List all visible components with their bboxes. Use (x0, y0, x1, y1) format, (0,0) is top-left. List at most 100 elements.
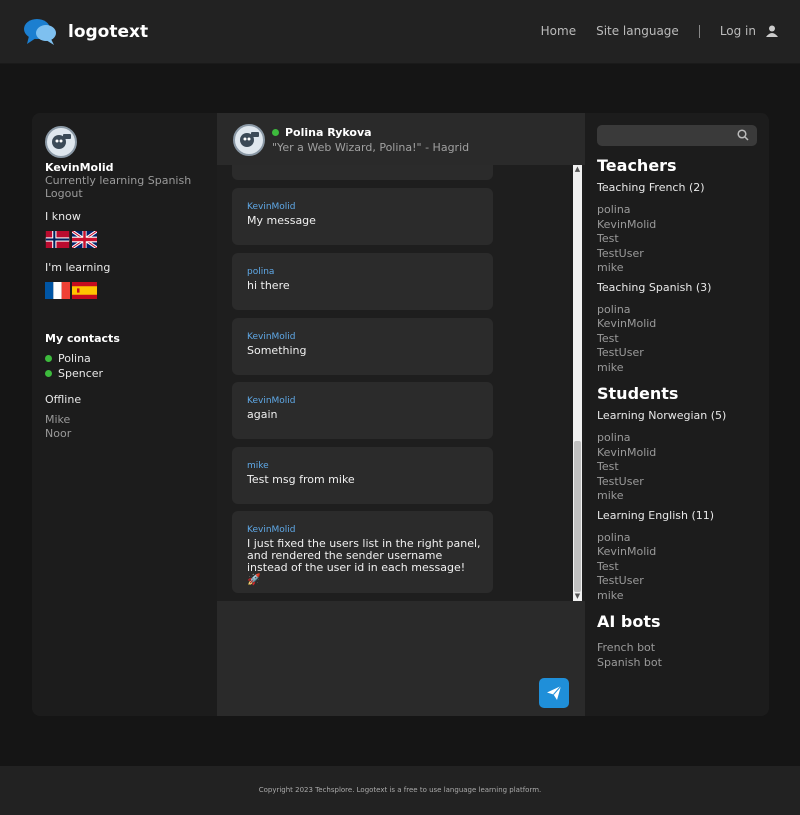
scroll-down-arrow-icon[interactable]: ▼ (573, 592, 582, 601)
contact-name: Spencer (58, 367, 104, 380)
online-status-dot (272, 129, 279, 136)
peer-name-text: Polina Rykova (285, 126, 372, 139)
nav-login[interactable]: Log in (720, 24, 756, 38)
user-list: polina KevinMolid Test TestUser mike (597, 203, 769, 276)
logo-text: logotext (68, 22, 149, 42)
spanish-flag-icon (72, 282, 97, 299)
user-item[interactable]: TestUser (597, 475, 769, 490)
user-item[interactable]: TestUser (597, 247, 769, 262)
avatar-robot-icon (52, 134, 71, 149)
users-panel: Teachers Teaching French (2) polina Kevi… (585, 113, 769, 716)
logout-link[interactable]: Logout (45, 187, 217, 200)
user-item[interactable]: Test (597, 460, 769, 475)
avatar[interactable] (45, 126, 77, 158)
uk-flag-icon (72, 231, 97, 248)
copyright-text: Copyright 2023 Techsplore. Logotext is a… (258, 786, 542, 794)
message-sender: polina (247, 267, 275, 277)
teachers-title: Teachers (597, 156, 677, 175)
message-text: hi there (247, 279, 290, 292)
message-list[interactable]: KevinMolid My message polina hi there Ke… (217, 165, 585, 601)
nav-home[interactable]: Home (541, 24, 576, 38)
user-item[interactable]: KevinMolid (597, 545, 769, 560)
message-text: Something (247, 344, 307, 357)
user-item[interactable]: mike (597, 589, 769, 604)
user-list: polina KevinMolid Test TestUser mike (597, 303, 769, 376)
known-languages (45, 231, 217, 248)
user-item[interactable]: mike (597, 489, 769, 504)
message-text: I just fixed the users list in the right… (247, 537, 481, 586)
peer-avatar[interactable] (233, 124, 265, 156)
learning-label: I'm learning (45, 261, 111, 274)
message-sender: KevinMolid (247, 525, 296, 535)
bot-item[interactable]: Spanish bot (597, 656, 769, 671)
contacts-title: My contacts (45, 332, 120, 345)
students-group-label: Learning Norwegian (5) (597, 409, 727, 422)
nav-divider (698, 24, 700, 38)
message-bubble: mike Test msg from mike (232, 447, 493, 504)
message-bubble: polina hi there (232, 253, 493, 310)
user-item[interactable]: KevinMolid (597, 218, 769, 233)
online-status-dot (45, 370, 52, 377)
message-bubble-partial (232, 165, 493, 180)
offline-label: Offline (45, 393, 82, 406)
user-item[interactable]: Test (597, 560, 769, 575)
message-sender: mike (247, 461, 269, 471)
logo[interactable]: logotext (24, 18, 148, 46)
message-composer[interactable] (217, 601, 585, 716)
contact-item[interactable]: Polina (45, 351, 217, 366)
user-item[interactable]: Test (597, 332, 769, 347)
user-item[interactable]: polina (597, 203, 769, 218)
main-card: KevinMolid Currently learning Spanish Lo… (32, 113, 769, 716)
user-icon[interactable] (766, 25, 778, 37)
message-text: My message (247, 214, 316, 227)
scroll-thumb[interactable] (574, 441, 581, 592)
contact-item[interactable]: Mike (45, 413, 217, 427)
user-search[interactable] (597, 125, 757, 148)
user-item[interactable]: mike (597, 261, 769, 276)
profile-username: KevinMolid (45, 161, 114, 174)
peer-status: "Yer a Web Wizard, Polina!" - Hagrid (272, 141, 470, 154)
user-list: polina KevinMolid Test TestUser mike (597, 531, 769, 604)
user-item[interactable]: polina (597, 303, 769, 318)
nav-site-language[interactable]: Site language (596, 24, 679, 38)
user-item[interactable]: mike (597, 361, 769, 376)
contact-item[interactable]: Noor (45, 427, 217, 441)
user-item[interactable]: TestUser (597, 574, 769, 589)
i-know-label: I know (45, 210, 81, 223)
peer-name: Polina Rykova (272, 126, 372, 139)
paper-plane-icon (547, 685, 562, 700)
user-item[interactable]: KevinMolid (597, 317, 769, 332)
user-item[interactable]: Test (597, 232, 769, 247)
contact-name: Polina (58, 352, 91, 365)
scroll-up-arrow-icon[interactable]: ▲ (573, 165, 582, 174)
french-flag-icon (45, 282, 70, 299)
message-sender: KevinMolid (247, 332, 296, 342)
message-text: Test msg from mike (247, 473, 355, 486)
send-button[interactable] (539, 678, 569, 708)
chat-bubbles-icon (24, 19, 56, 45)
user-item[interactable]: polina (597, 431, 769, 446)
search-input[interactable] (597, 126, 737, 148)
contact-item[interactable]: Spencer (45, 366, 217, 381)
message-bubble: KevinMolid My message (232, 188, 493, 245)
message-scrollbar[interactable]: ▲ ▼ (573, 165, 582, 601)
user-item[interactable]: KevinMolid (597, 446, 769, 461)
profile-panel: KevinMolid Currently learning Spanish Lo… (32, 113, 217, 716)
bot-item[interactable]: French bot (597, 641, 769, 656)
bots-title: AI bots (597, 612, 661, 631)
user-item[interactable]: TestUser (597, 346, 769, 361)
message-text: again (247, 408, 278, 421)
online-contacts: Polina Spencer (45, 351, 217, 381)
user-list: polina KevinMolid Test TestUser mike (597, 431, 769, 504)
site-footer: Copyright 2023 Techsplore. Logotext is a… (0, 766, 800, 815)
search-icon[interactable] (737, 129, 749, 141)
message-sender: KevinMolid (247, 396, 296, 406)
norwegian-flag-icon (45, 231, 70, 248)
message-bubble: KevinMolid Something (232, 318, 493, 375)
chat-header: Polina Rykova "Yer a Web Wizard, Polina!… (217, 113, 585, 165)
user-item[interactable]: polina (597, 531, 769, 546)
chat-panel: Polina Rykova "Yer a Web Wizard, Polina!… (217, 113, 585, 716)
students-group-label: Learning English (11) (597, 508, 715, 522)
learning-languages (45, 282, 217, 299)
teachers-group-label: Teaching French (2) (597, 181, 705, 194)
